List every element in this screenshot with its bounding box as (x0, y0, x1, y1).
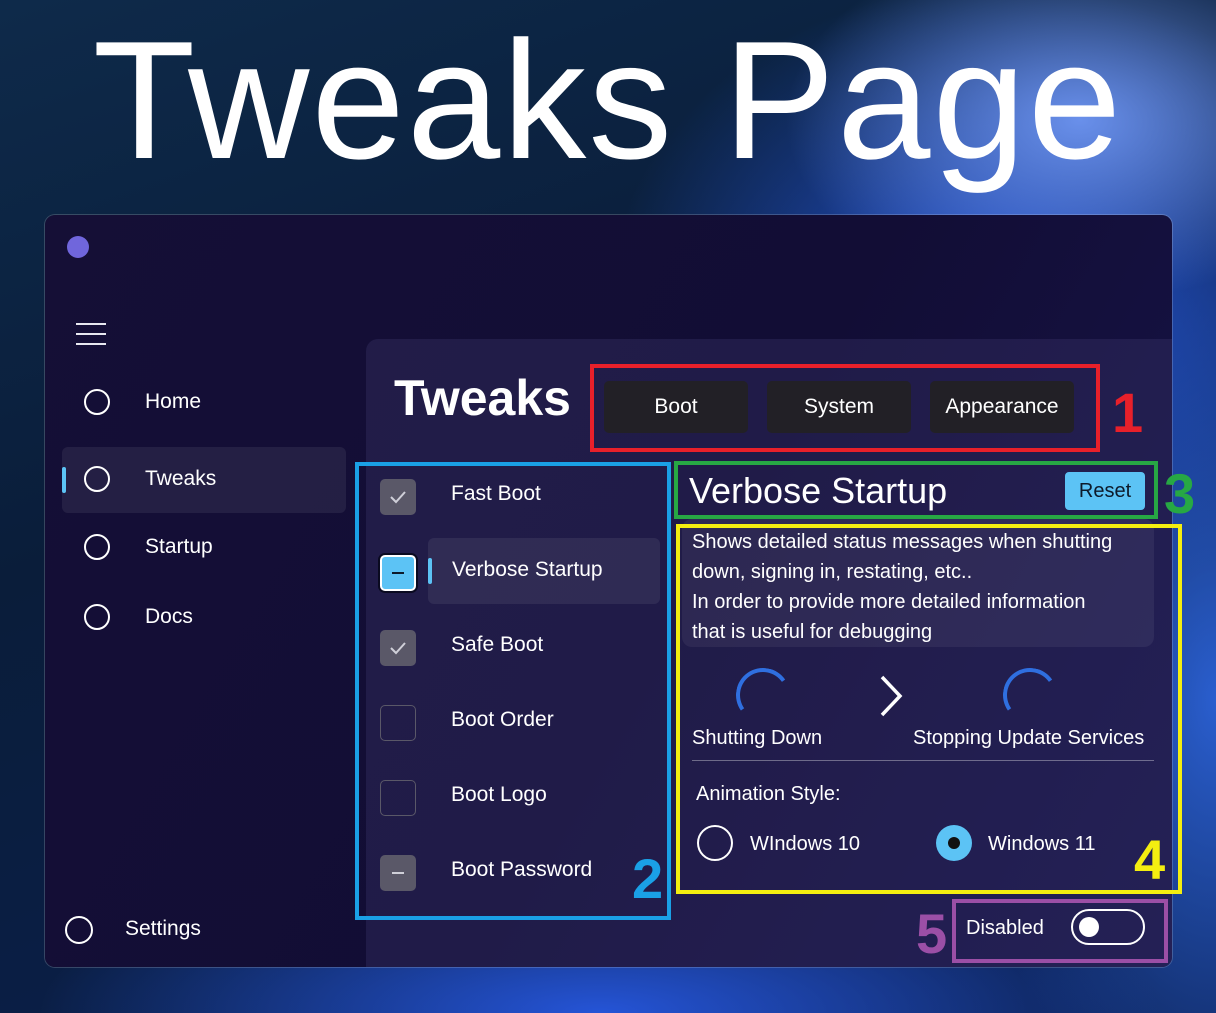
annotation-box-2 (355, 462, 671, 920)
settings-icon (65, 916, 93, 944)
annotation-box-1 (590, 364, 1100, 452)
sidebar-item-tweaks[interactable]: Tweaks (62, 447, 346, 513)
app-logo-icon (67, 236, 89, 258)
startup-icon (84, 534, 110, 560)
headline-title: Tweaks Page (92, 6, 1124, 194)
annotation-number-4: 4 (1134, 828, 1166, 891)
sidebar-item-settings[interactable]: Settings (63, 911, 263, 951)
sidebar-item-label: Home (145, 390, 202, 413)
sidebar-item-docs[interactable]: Docs (62, 585, 346, 651)
home-icon (84, 389, 110, 415)
selection-indicator (62, 467, 66, 493)
annotation-box-5 (952, 899, 1168, 963)
annotation-number-3: 3 (1164, 462, 1196, 525)
sidebar-item-label: Tweaks (145, 467, 217, 490)
sidebar-item-label: Docs (145, 605, 193, 628)
sidebar-item-home[interactable]: Home (62, 370, 346, 436)
sidebar-item-startup[interactable]: Startup (62, 515, 346, 581)
docs-icon (84, 604, 110, 630)
settings-label: Settings (125, 917, 201, 940)
tweaks-icon (84, 466, 110, 492)
annotation-number-2: 2 (632, 847, 664, 910)
annotation-number-1: 1 (1112, 381, 1144, 444)
sidebar-item-label: Startup (145, 535, 213, 558)
annotation-box-3 (674, 461, 1158, 519)
annotation-box-4 (676, 524, 1182, 894)
annotation-number-5: 5 (916, 902, 948, 965)
menu-hamburger-icon[interactable] (76, 323, 106, 345)
page-title: Tweaks (394, 370, 571, 426)
